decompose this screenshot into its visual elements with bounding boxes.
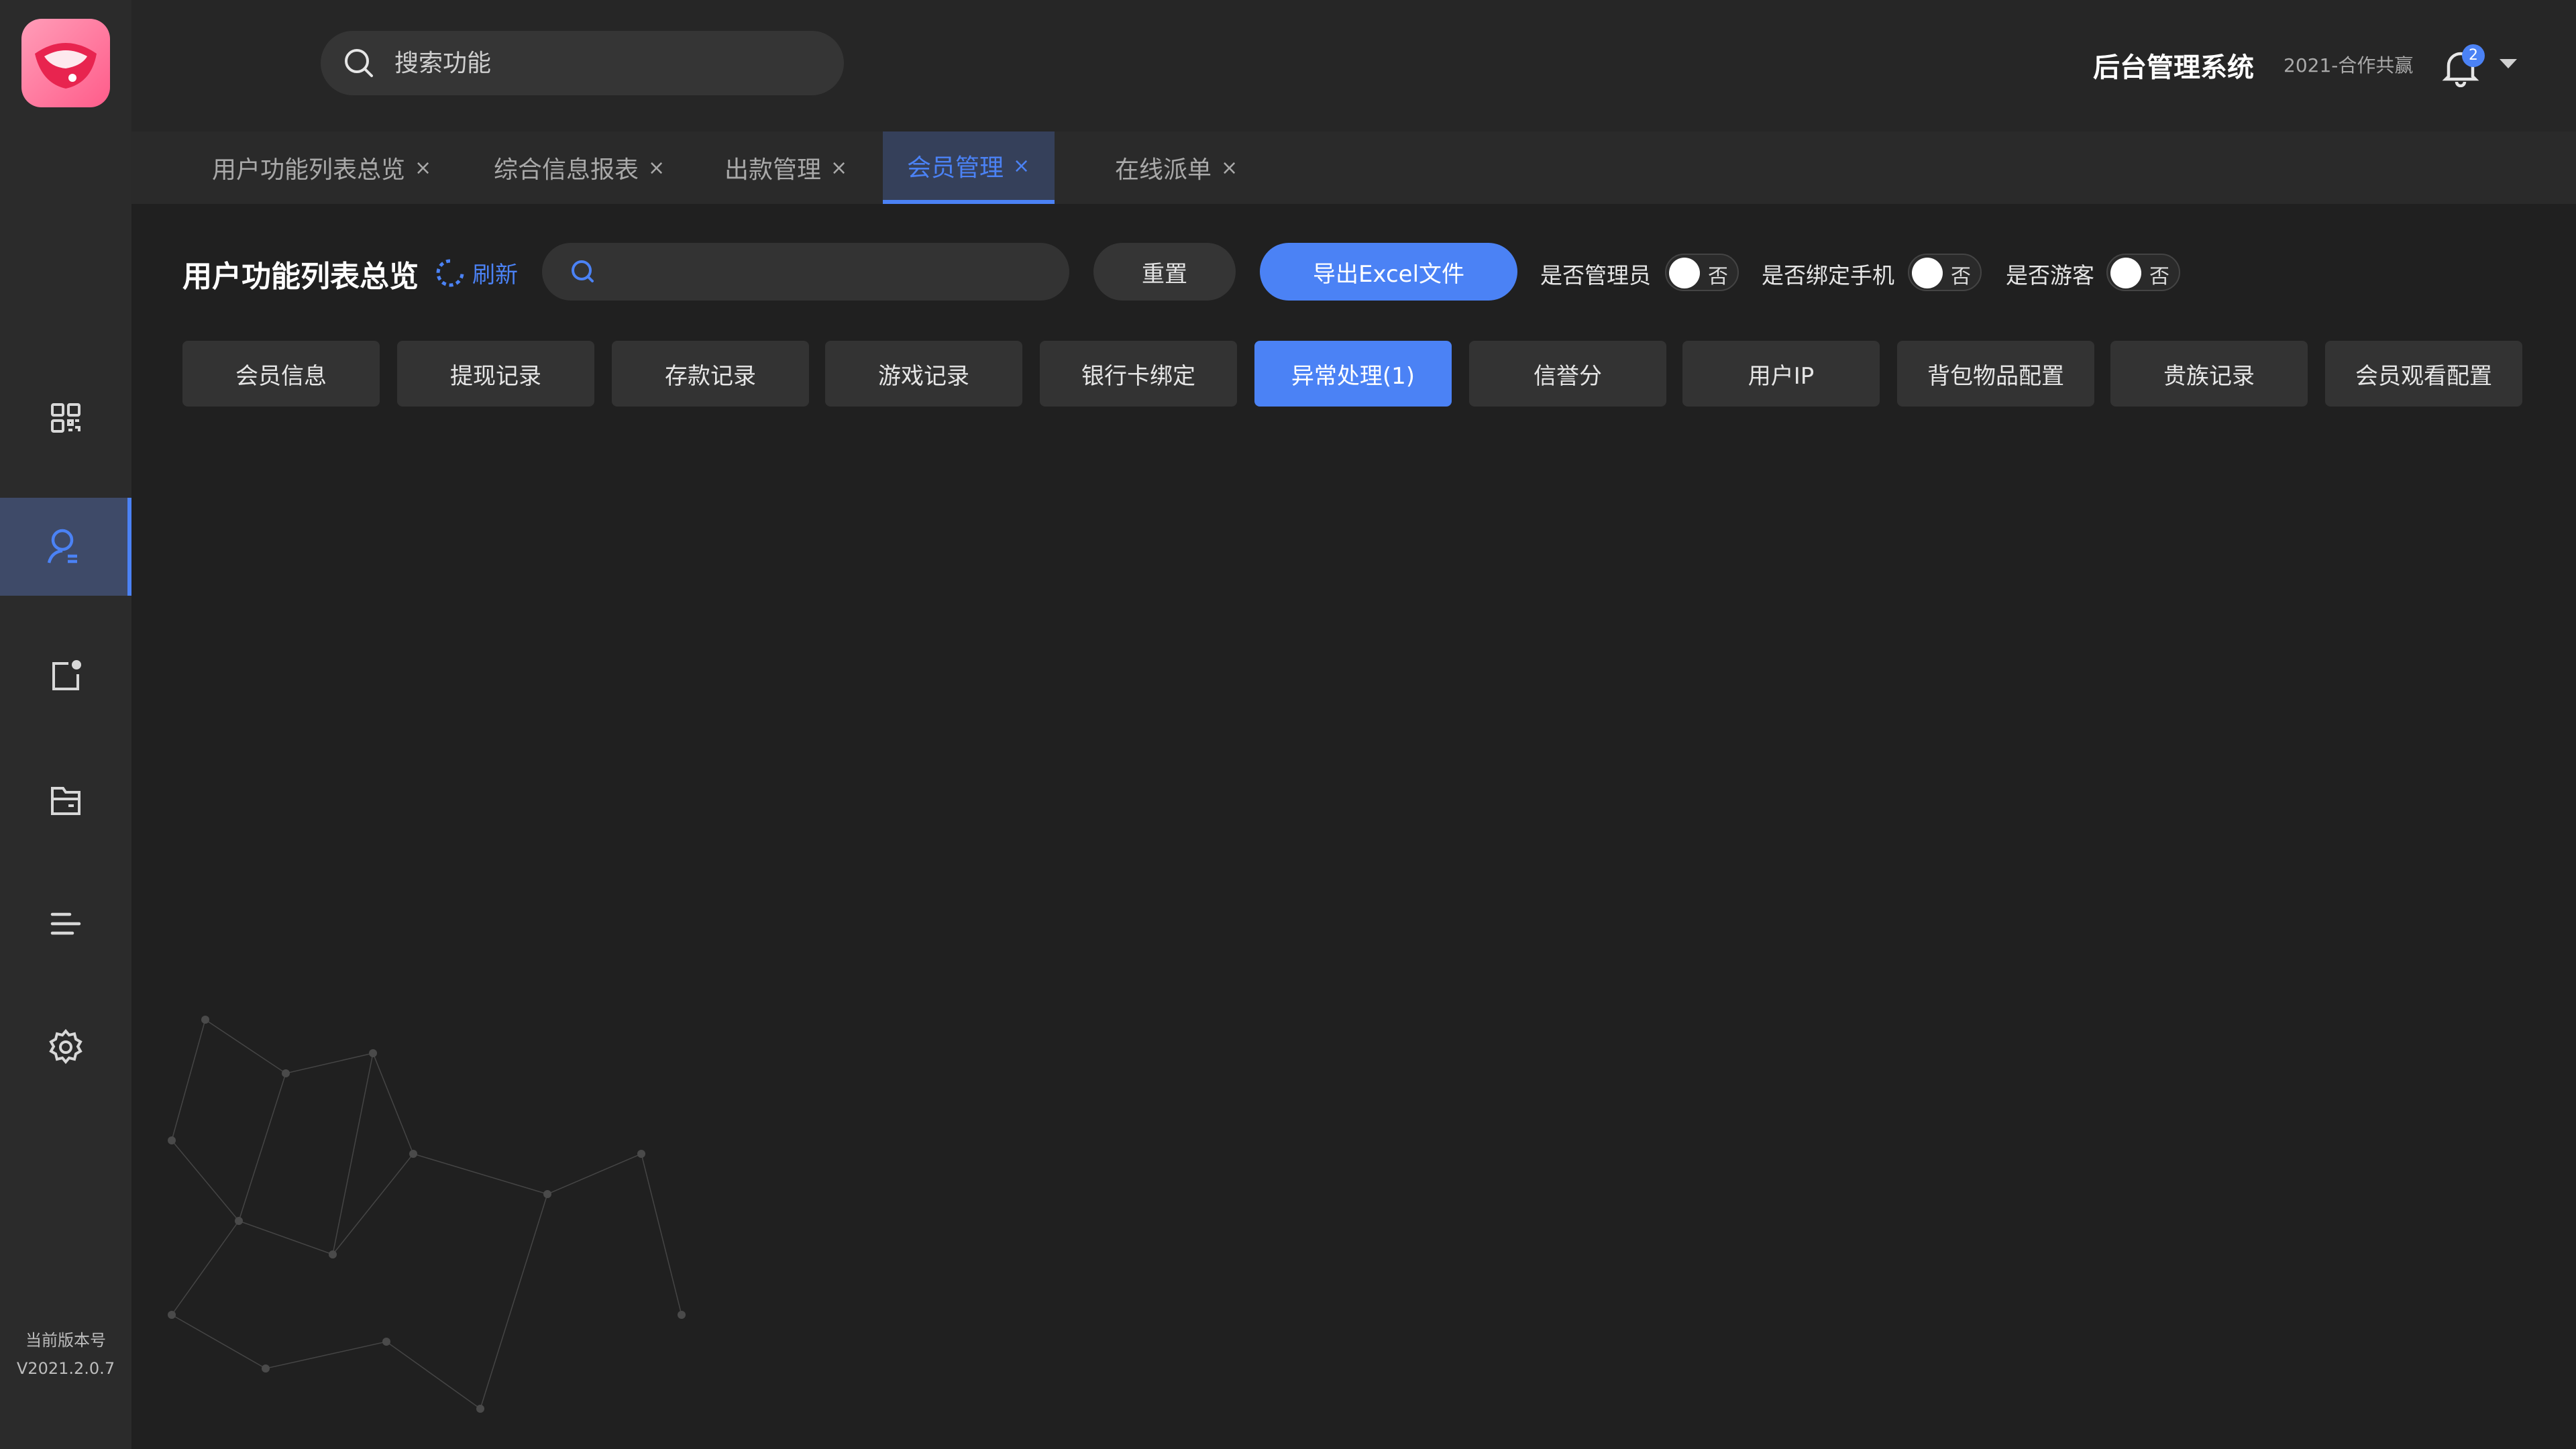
filter-phone-label: 是否绑定手机	[1762, 262, 1894, 288]
user-icon	[47, 529, 77, 564]
sidebar: 当前版本号 V2021.2.0.7	[0, 0, 131, 1449]
section-member-info[interactable]: 会员信息	[182, 341, 380, 407]
member-search-input[interactable]	[610, 259, 1053, 284]
section-game-records[interactable]: 游戏记录	[825, 341, 1022, 407]
dashboard-icon	[51, 403, 80, 433]
refresh-label: 刷新	[472, 262, 518, 288]
background-network-decoration	[168, 1016, 686, 1413]
close-icon[interactable]: ×	[415, 156, 431, 180]
tab-bar: 用户功能列表总览 × 综合信息报表 × 出款管理 × 会员管理 × 在线派单 ×	[131, 131, 2576, 204]
toggle-knob	[1669, 258, 1700, 288]
tab-user-function-overview[interactable]: 用户功能列表总览 ×	[212, 131, 431, 204]
gear-icon	[49, 1028, 83, 1065]
close-icon[interactable]: ×	[1221, 156, 1238, 180]
filter-admin-label: 是否管理员	[1540, 262, 1651, 288]
sidebar-item-files[interactable]	[0, 751, 131, 849]
toggle-knob	[1912, 258, 1943, 288]
note-icon	[52, 660, 81, 690]
member-search[interactable]	[542, 243, 1069, 301]
tab-label: 综合信息报表	[494, 156, 639, 184]
chevron-down-icon[interactable]	[2500, 59, 2517, 68]
toggle-value: 否	[1951, 265, 1971, 288]
section-credit-score[interactable]: 信誉分	[1469, 341, 1666, 407]
section-noble-records[interactable]: 贵族记录	[2110, 341, 2308, 407]
export-excel-button[interactable]: 导出Excel文件	[1260, 243, 1517, 301]
filter-admin-toggle[interactable]: 否	[1665, 254, 1739, 291]
section-member-viewing-config[interactable]: 会员观看配置	[2325, 341, 2522, 407]
global-search[interactable]	[321, 31, 844, 95]
tab-withdrawal-management[interactable]: 出款管理 ×	[724, 131, 847, 204]
search-icon	[572, 260, 594, 282]
filter-phone-toggle[interactable]: 否	[1908, 254, 1982, 291]
filter-guest-toggle[interactable]: 否	[2106, 254, 2180, 291]
section-exception-handling[interactable]: 异常处理(1)	[1254, 341, 1452, 407]
toggle-value: 否	[2149, 265, 2169, 288]
section-bank-card-binding[interactable]: 银行卡绑定	[1040, 341, 1237, 407]
system-subtitle: 2021-合作共赢	[2284, 54, 2414, 76]
sidebar-item-members[interactable]	[0, 498, 131, 596]
sidebar-item-dashboard[interactable]	[0, 369, 131, 467]
tab-label: 会员管理	[907, 154, 1004, 182]
version-label: 当前版本号	[25, 1331, 106, 1350]
version-value: V2021.2.0.7	[16, 1359, 115, 1378]
tab-label: 在线派单	[1115, 156, 1212, 184]
list-icon	[50, 912, 81, 935]
tab-online-dispatch[interactable]: 在线派单 ×	[1115, 131, 1238, 204]
close-icon[interactable]: ×	[648, 156, 665, 180]
close-icon[interactable]: ×	[830, 156, 847, 180]
folder-icon	[51, 787, 80, 815]
section-withdrawal-records[interactable]: 提现记录	[397, 341, 594, 407]
toggle-knob	[2110, 258, 2141, 288]
notification-badge: 2	[2462, 44, 2485, 67]
toggle-value: 否	[1708, 265, 1728, 288]
section-user-ip[interactable]: 用户IP	[1682, 341, 1880, 407]
global-search-input[interactable]	[394, 49, 797, 77]
tab-label: 用户功能列表总览	[212, 156, 406, 184]
reset-button[interactable]: 重置	[1093, 243, 1236, 301]
section-backpack-config[interactable]: 背包物品配置	[1897, 341, 2094, 407]
tab-comprehensive-report[interactable]: 综合信息报表 ×	[494, 131, 665, 204]
tab-label: 出款管理	[724, 156, 822, 184]
brand-logo[interactable]	[21, 19, 110, 107]
close-icon[interactable]: ×	[1013, 154, 1030, 178]
filter-guest-label: 是否游客	[2006, 262, 2094, 288]
sidebar-item-notes[interactable]	[0, 627, 131, 724]
page-title: 用户功能列表总览	[182, 260, 419, 294]
system-title: 后台管理系统	[2093, 52, 2254, 83]
app-root: 当前版本号 V2021.2.0.7 后台管理系统 2021-合作共赢 2 用户功…	[0, 0, 2576, 1449]
tab-member-management[interactable]: 会员管理 ×	[883, 131, 1055, 204]
section-deposit-records[interactable]: 存款记录	[612, 341, 809, 407]
sidebar-item-list[interactable]	[0, 875, 131, 973]
search-icon	[345, 49, 373, 77]
refresh-icon	[436, 259, 464, 286]
refresh-button[interactable]: 刷新	[435, 256, 518, 289]
sidebar-item-settings[interactable]	[0, 998, 131, 1096]
